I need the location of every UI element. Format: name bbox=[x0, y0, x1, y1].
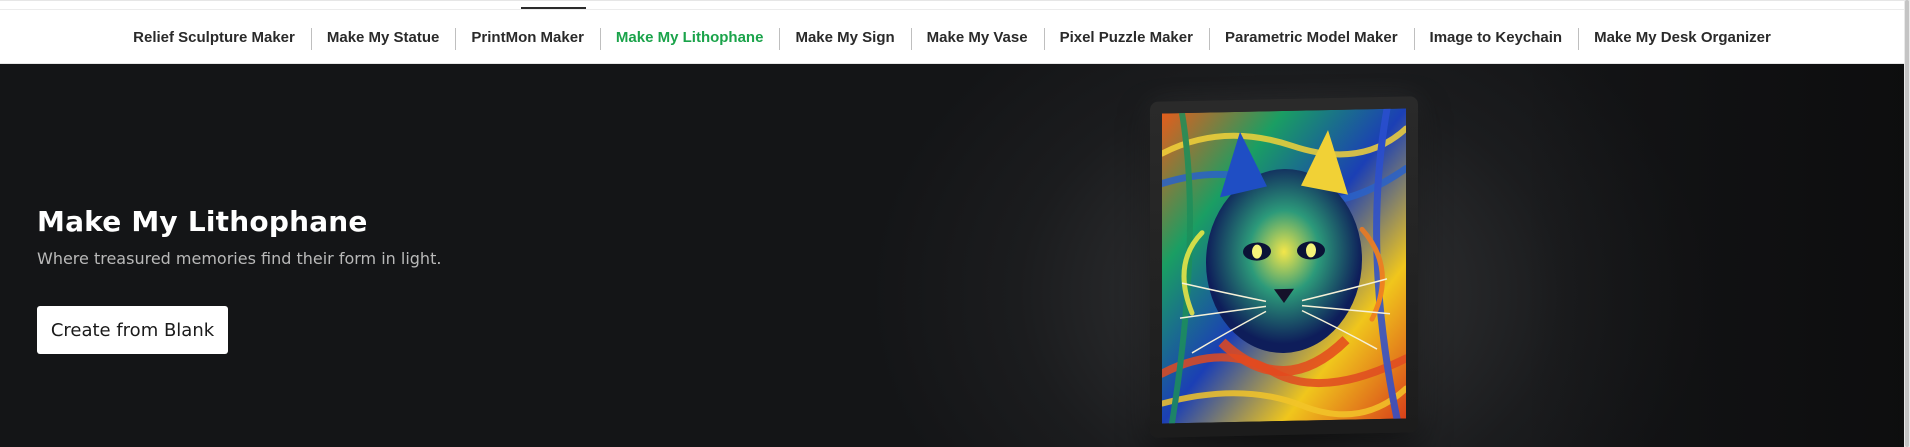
hero-subtitle: Where treasured memories find their form… bbox=[37, 249, 442, 268]
nav-item-make-my-lithophane[interactable]: Make My Lithophane bbox=[599, 27, 780, 50]
nav-item-relief-sculpture-maker[interactable]: Relief Sculpture Maker bbox=[117, 28, 311, 48]
nav-item-parametric-model-maker[interactable]: Parametric Model Maker bbox=[1208, 27, 1414, 50]
nav-item-make-my-sign[interactable]: Make My Sign bbox=[779, 27, 910, 50]
scrollbar-thumb[interactable] bbox=[1905, 0, 1909, 447]
nav-item-image-to-keychain[interactable]: Image to Keychain bbox=[1413, 27, 1579, 50]
create-from-blank-button[interactable]: Create from Blank bbox=[37, 306, 228, 354]
hero-title: Make My Lithophane bbox=[37, 205, 368, 238]
page: Relief Sculpture Maker Make My Statue Pr… bbox=[0, 0, 1910, 447]
nav-item-pixel-puzzle-maker[interactable]: Pixel Puzzle Maker bbox=[1043, 27, 1209, 50]
lithophane-cat-image bbox=[1162, 108, 1406, 424]
nav-item-make-my-statue[interactable]: Make My Statue bbox=[310, 27, 456, 50]
page-scrollbar[interactable] bbox=[1904, 0, 1910, 447]
top-nav-bar: Relief Sculpture Maker Make My Statue Pr… bbox=[0, 0, 1904, 64]
lithophane-frame-image bbox=[1150, 96, 1418, 438]
nav-item-make-my-vase[interactable]: Make My Vase bbox=[910, 27, 1044, 50]
nav-item-make-my-desk-organizer[interactable]: Make My Desk Organizer bbox=[1578, 27, 1787, 50]
nav-item-printmon-maker[interactable]: PrintMon Maker bbox=[455, 27, 600, 50]
top-tab-indicator bbox=[521, 7, 586, 9]
hero-banner: Make My Lithophane Where treasured memor… bbox=[0, 64, 1904, 447]
maker-nav: Relief Sculpture Maker Make My Statue Pr… bbox=[0, 10, 1904, 65]
